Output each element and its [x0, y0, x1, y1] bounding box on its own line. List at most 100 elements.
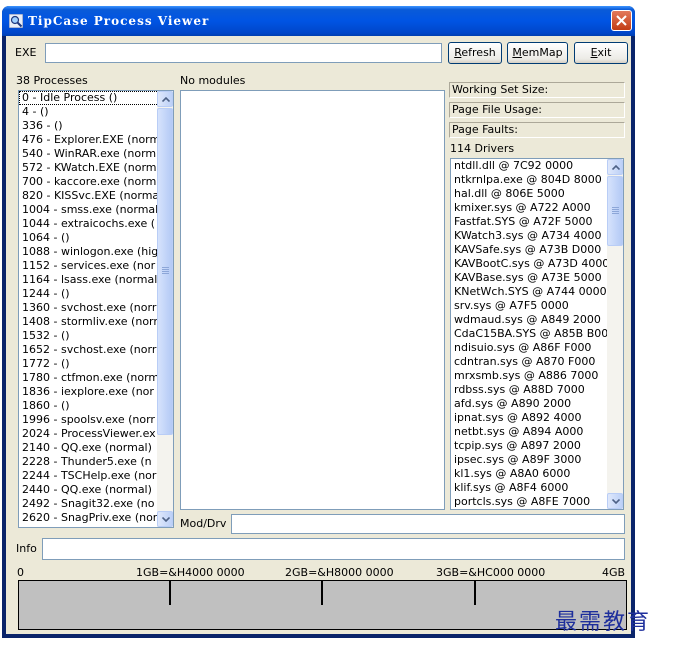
process-list-item[interactable]: 1152 - services.exe (nor [19, 259, 173, 273]
driver-list-item[interactable]: cdntran.sys @ A870 F000 [451, 355, 623, 369]
process-list-item[interactable]: 0 - Idle Process () [19, 91, 173, 105]
process-list-item[interactable]: 2140 - QQ.exe (normal) [19, 441, 173, 455]
process-scroll-up-button[interactable] [157, 91, 173, 107]
process-list-item[interactable]: 1860 - () [19, 399, 173, 413]
driver-list-scrollbar[interactable] [607, 159, 623, 509]
process-list-item[interactable]: 1532 - () [19, 329, 173, 343]
process-scroll-thumb[interactable] [157, 108, 173, 435]
process-list-item[interactable]: 1996 - spoolsv.exe (norr [19, 413, 173, 427]
process-list-item[interactable]: 1044 - extraicochs.exe ( [19, 217, 173, 231]
driver-list-item[interactable]: KAVSafe.sys @ A73B D000 [451, 243, 623, 257]
driver-list-item[interactable]: srv.sys @ A7F5 0000 [451, 299, 623, 313]
process-list-item[interactable]: 336 - () [19, 119, 173, 133]
chevron-down-icon [162, 517, 170, 522]
driver-list-item[interactable]: KNetWch.SYS @ A744 0000 [451, 285, 623, 299]
process-list-item[interactable]: 700 - kaccore.exe (norm [19, 175, 173, 189]
process-list-item[interactable]: 1360 - svchost.exe (norr [19, 301, 173, 315]
grip-line [612, 211, 619, 212]
refresh-button[interactable]: Refresh [448, 42, 502, 64]
process-list-item[interactable]: 1772 - () [19, 357, 173, 371]
process-list-item[interactable]: 1088 - winlogon.exe (hig [19, 245, 173, 259]
memmap-accel: M [512, 46, 522, 59]
driver-list-item[interactable]: mrxsmb.sys @ A886 7000 [451, 369, 623, 383]
process-list-item[interactable]: 572 - KWatch.EXE (norm [19, 161, 173, 175]
info-field[interactable] [42, 538, 625, 560]
driver-list-item[interactable]: ipsec.sys @ A89F 3000 [451, 453, 623, 467]
driver-scroll-up-button[interactable] [607, 159, 623, 175]
driver-list-item[interactable]: KAVBootC.sys @ A73D 4000 [451, 257, 623, 271]
process-list-item[interactable]: 2440 - QQ.exe (normal) [19, 483, 173, 497]
driver-scroll-down-button[interactable] [607, 493, 623, 509]
process-list-item[interactable]: 476 - Explorer.EXE (norm [19, 133, 173, 147]
mod-drv-label: Mod/Drv [180, 517, 227, 530]
process-list-item[interactable]: 2492 - Snagit32.exe (no [19, 497, 173, 511]
mod-drv-field[interactable] [231, 514, 625, 534]
process-list-item[interactable]: 1164 - lsass.exe (normal) [19, 273, 173, 287]
close-button[interactable] [611, 10, 632, 31]
driver-list-item[interactable]: rdbss.sys @ A88D 7000 [451, 383, 623, 397]
process-count-label: 38 Processes [16, 74, 88, 87]
driver-list-item[interactable]: portcls.sys @ A8FE 7000 [451, 495, 623, 509]
process-list-item[interactable]: 1004 - smss.exe (normal [19, 203, 173, 217]
driver-rows: ntdll.dll @ 7C92 0000 ntkrnlpa.exe @ 804D… [451, 159, 623, 509]
exit-accel: E [590, 46, 598, 59]
process-list-item[interactable]: 1780 - ctfmon.exe (norm [19, 371, 173, 385]
process-list-item[interactable]: 2244 - TSCHelp.exe (nor [19, 469, 173, 483]
chevron-up-icon [612, 165, 620, 170]
driver-list-item[interactable]: ntkrnlpa.exe @ 804D 8000 [451, 173, 623, 187]
driver-list[interactable]: ntdll.dll @ 7C92 0000 ntkrnlpa.exe @ 804D… [450, 158, 624, 510]
memory-map-tick-1gb [169, 581, 171, 605]
close-icon [616, 15, 627, 26]
driver-list-item[interactable]: klif.sys @ A8F4 6000 [451, 481, 623, 495]
driver-list-item[interactable]: kl1.sys @ A8A0 6000 [451, 467, 623, 481]
process-list-item[interactable]: 4 - () [19, 105, 173, 119]
memory-map-tick-2gb [321, 581, 323, 605]
process-list-item[interactable]: 1244 - () [19, 287, 173, 301]
process-list-item[interactable]: 1408 - stormliv.exe (norr [19, 315, 173, 329]
modules-list[interactable] [180, 90, 445, 510]
driver-list-item[interactable]: ipnat.sys @ A892 4000 [451, 411, 623, 425]
memmap-button[interactable]: MemMap [507, 42, 568, 64]
process-rows: 0 - Idle Process () 4 - () 336 - () 476 - E… [19, 91, 173, 525]
app-magnifier-icon [9, 14, 23, 28]
driver-list-item[interactable]: netbt.sys @ A894 A000 [451, 425, 623, 439]
page-faults-label: Page Faults: [449, 122, 625, 138]
driver-list-item[interactable]: CdaC15BA.SYS @ A85B B00 [451, 327, 623, 341]
driver-list-item[interactable]: hal.dll @ 806E 5000 [451, 187, 623, 201]
driver-list-item[interactable]: ntdll.dll @ 7C92 0000 [451, 159, 623, 173]
driver-list-item[interactable]: kmixer.sys @ A722 A000 [451, 201, 623, 215]
exit-button[interactable]: Exit [574, 42, 628, 64]
modules-header-label: No modules [180, 74, 246, 87]
page-file-usage-label: Page File Usage: [449, 102, 625, 118]
process-list-item[interactable]: 820 - KISSvc.EXE (norma [19, 189, 173, 203]
driver-list-item[interactable]: ndisuio.sys @ A86F F000 [451, 341, 623, 355]
process-list[interactable]: 0 - Idle Process () 4 - () 336 - () 476 - E… [18, 90, 174, 528]
driver-list-item[interactable]: KWatch3.sys @ A734 4000 [451, 229, 623, 243]
title-bar[interactable]: TipCase Process Viewer [2, 6, 635, 36]
driver-list-item[interactable]: tcpip.sys @ A897 2000 [451, 439, 623, 453]
grip-line [162, 269, 169, 270]
driver-list-item[interactable]: wdmaud.sys @ A849 2000 [451, 313, 623, 327]
process-list-item[interactable]: 1064 - () [19, 231, 173, 245]
grip-line [162, 267, 169, 268]
driver-scroll-thumb[interactable] [607, 176, 623, 246]
memmap-label: emMap [521, 46, 563, 59]
process-list-item[interactable]: 540 - WinRAR.exe (norm [19, 147, 173, 161]
exe-path-field[interactable] [45, 43, 442, 63]
scale-label-0: 0 [17, 566, 24, 579]
grip-line [612, 213, 619, 214]
process-list-item[interactable]: 2024 - ProcessViewer.ex [19, 427, 173, 441]
driver-list-item[interactable]: Fastfat.SYS @ A72F 5000 [451, 215, 623, 229]
process-list-item[interactable]: 1836 - iexplore.exe (nor [19, 385, 173, 399]
process-list-item[interactable]: 2620 - SnagPriv.exe (nor [19, 511, 173, 525]
process-scroll-down-button[interactable] [157, 511, 173, 527]
working-set-size-label: Working Set Size: [449, 82, 625, 98]
exit-label: xit [597, 46, 612, 59]
scale-label-4gb: 4GB [602, 566, 626, 579]
info-label: Info [16, 542, 37, 555]
process-list-item[interactable]: 1652 - svchost.exe (norr [19, 343, 173, 357]
driver-list-item[interactable]: afd.sys @ A890 2000 [451, 397, 623, 411]
driver-list-item[interactable]: KAVBase.sys @ A73E 5000 [451, 271, 623, 285]
process-list-scrollbar[interactable] [157, 91, 173, 527]
process-list-item[interactable]: 2228 - Thunder5.exe (n [19, 455, 173, 469]
